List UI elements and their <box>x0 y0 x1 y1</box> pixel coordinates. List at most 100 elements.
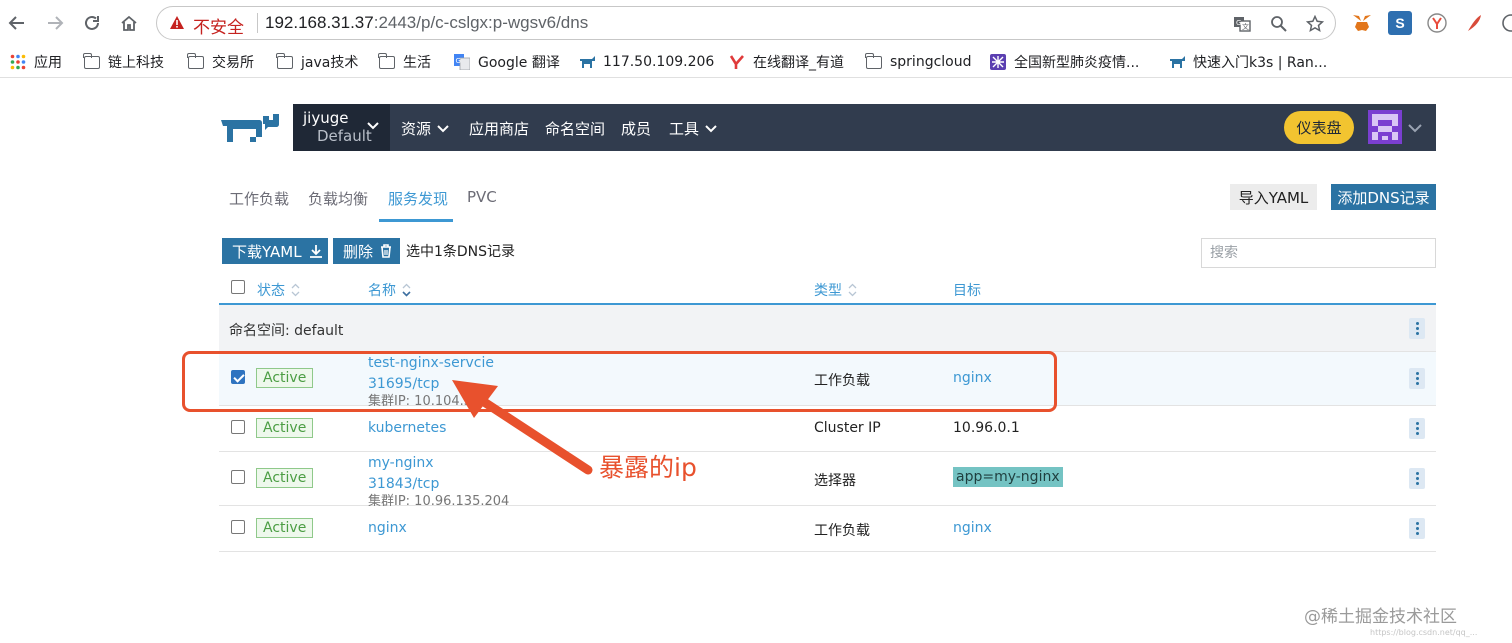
bookmarks-bar: 应用 链上科技 交易所 java技术 生活 G Google 翻译 117.50… <box>0 46 1512 78</box>
row-actions-menu-icon[interactable] <box>1409 418 1425 439</box>
dashboard-button[interactable]: 仪表盘 <box>1284 111 1354 144</box>
rancher-logo-icon[interactable] <box>219 110 283 144</box>
address-bar[interactable]: 不安全 192.168.31.37:2443/p/c-cslgx:p-wgsv6… <box>156 6 1336 40</box>
back-icon[interactable] <box>5 11 29 35</box>
folder-icon <box>378 52 395 69</box>
bookmark-apps[interactable]: 应用 <box>10 52 62 72</box>
tab-load-balancing[interactable]: 负载均衡 <box>308 188 368 209</box>
nav-label: 资源 <box>401 120 432 138</box>
url-path: :2443/p/c-cslgx:p-wgsv6/dns <box>373 13 589 32</box>
nav-label: 成员 <box>621 120 652 138</box>
nav-members[interactable]: 成员 <box>621 118 651 139</box>
bookmark-folder[interactable]: 交易所 <box>187 52 254 72</box>
row-checkbox[interactable] <box>231 420 245 434</box>
bookmark-folder[interactable]: 链上科技 <box>83 52 164 72</box>
table-row[interactable]: Active my-nginx 31843/tcp 集群IP: 10.96.13… <box>219 452 1436 509</box>
bookmark-youdao[interactable]: 在线翻译_有道 <box>729 52 844 72</box>
bookmark-label: 交易所 <box>212 55 254 71</box>
forward-icon[interactable] <box>43 11 67 35</box>
metamask-icon[interactable] <box>1350 11 1374 35</box>
bookmark-folder[interactable]: java技术 <box>276 52 358 72</box>
column-header-name[interactable]: 名称 <box>368 280 411 300</box>
group-actions-menu-icon[interactable] <box>1409 318 1425 339</box>
warning-icon[interactable] <box>169 15 185 31</box>
bookmark-label: 链上科技 <box>108 55 164 71</box>
bookmark-google-translate[interactable]: G Google 翻译 <box>454 52 560 72</box>
bookmark-epidemic[interactable]: 全国新型肺炎疫情... <box>990 52 1139 72</box>
url-host: 192.168.31.37 <box>265 13 374 32</box>
watermark-subtext: https://blog.csdn.net/qq_... <box>1370 628 1478 637</box>
star-icon[interactable] <box>1305 14 1325 34</box>
column-header-target[interactable]: 目标 <box>953 280 981 300</box>
namespace-group-label: 命名空间: default <box>229 323 344 339</box>
nav-tools[interactable]: 工具 <box>669 118 717 139</box>
nav-namespaces[interactable]: 命名空间 <box>545 118 605 139</box>
folder-icon <box>83 52 100 69</box>
extension-s-icon[interactable]: S <box>1388 11 1412 35</box>
bookmark-label: 全国新型肺炎疫情... <box>1014 55 1140 71</box>
bookmark-folder[interactable]: springcloud <box>865 52 972 72</box>
bookmark-app-icon <box>990 54 1006 70</box>
nav-catalog[interactable]: 应用商店 <box>469 118 529 139</box>
service-name-link[interactable]: nginx <box>368 520 407 536</box>
column-header-type[interactable]: 类型 <box>814 280 857 300</box>
omnibox-divider <box>257 13 258 33</box>
sort-icon <box>402 283 411 297</box>
row-checkbox[interactable] <box>231 470 245 484</box>
nav-label: 应用商店 <box>469 120 530 138</box>
tab-workloads[interactable]: 工作负载 <box>229 188 289 209</box>
extension-partial-icon[interactable] <box>1500 11 1512 35</box>
nav-resources[interactable]: 资源 <box>401 118 449 139</box>
bookmark-folder[interactable]: 生活 <box>378 52 431 72</box>
bookmark-label: springcloud <box>890 54 972 70</box>
row-actions-menu-icon[interactable] <box>1409 518 1425 539</box>
extension-y-icon[interactable] <box>1425 11 1449 35</box>
import-yaml-button[interactable]: 导入YAML <box>1230 184 1317 210</box>
cluster-project-switcher[interactable]: jiyuge Default <box>293 104 390 151</box>
table-row[interactable]: Active kubernetes Cluster IP 10.96.0.1 <box>219 406 1436 452</box>
zoom-icon[interactable] <box>1269 14 1289 34</box>
svg-text:文: 文 <box>1242 22 1249 31</box>
tab-pvc[interactable]: PVC <box>467 188 497 206</box>
chevron-down-icon <box>705 124 717 132</box>
download-icon <box>309 245 322 258</box>
reload-icon[interactable] <box>80 11 104 35</box>
namespace-group-row: 命名空间: default <box>219 305 1436 352</box>
youdao-icon <box>729 54 745 70</box>
delete-button[interactable]: 删除 <box>333 238 400 264</box>
browser-toolbar: 不安全 192.168.31.37:2443/p/c-cslgx:p-wgsv6… <box>0 0 1512 46</box>
column-label: 状态 <box>257 283 285 299</box>
target-link[interactable]: nginx <box>953 520 992 536</box>
column-label: 类型 <box>814 283 842 299</box>
select-all-checkbox[interactable] <box>231 280 245 294</box>
chevron-down-icon[interactable] <box>1408 123 1422 133</box>
url-text[interactable]: 192.168.31.37:2443/p/c-cslgx:p-wgsv6/dns <box>265 13 588 33</box>
download-yaml-button[interactable]: 下载YAML <box>222 238 328 264</box>
row-checkbox[interactable] <box>231 520 245 534</box>
bookmark-rancher-ip[interactable]: 117.50.109.206 <box>579 52 714 72</box>
translate-icon[interactable]: G文 <box>1232 14 1252 34</box>
tab-service-discovery[interactable]: 服务发现 <box>388 188 448 209</box>
row-actions-menu-icon[interactable] <box>1409 368 1425 389</box>
add-dns-record-button[interactable]: 添加DNS记录 <box>1331 184 1436 210</box>
search-input[interactable] <box>1201 238 1436 268</box>
bookmark-label: 在线翻译_有道 <box>753 55 844 71</box>
chevron-down-icon <box>437 124 449 132</box>
rancher-icon <box>1169 54 1185 70</box>
bookmark-label: 应用 <box>34 55 62 71</box>
user-avatar[interactable] <box>1368 110 1402 144</box>
column-header-state[interactable]: 状态 <box>257 280 300 300</box>
svg-text:G: G <box>1236 19 1241 27</box>
row-actions-menu-icon[interactable] <box>1409 468 1425 489</box>
service-name-link[interactable]: my-nginx <box>368 455 434 471</box>
home-icon[interactable] <box>117 11 141 35</box>
service-name-link[interactable]: kubernetes <box>368 420 446 436</box>
security-label[interactable]: 不安全 <box>193 13 244 38</box>
record-type: 选择器 <box>814 473 856 489</box>
table-row[interactable]: Active nginx 工作负载 nginx <box>219 506 1436 552</box>
status-badge: Active <box>256 418 314 438</box>
bookmark-k3s[interactable]: 快速入门k3s | Ran... <box>1169 52 1327 72</box>
extension-feather-icon[interactable] <box>1462 11 1486 35</box>
annotation-arrow-icon <box>452 380 593 475</box>
record-type: 工作负载 <box>814 523 870 539</box>
